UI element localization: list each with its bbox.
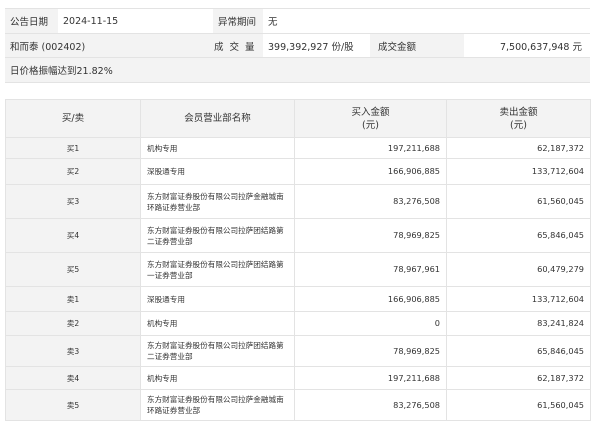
buy-amount-cell: 197,211,688: [294, 137, 447, 159]
info-row-reason: 日价格振幅达到21.82%: [5, 58, 590, 83]
direction-cell: 买3: [5, 184, 141, 219]
dept-cell: 深股通专用: [140, 158, 295, 185]
listing-reason: 日价格振幅达到21.82%: [5, 58, 590, 82]
table-row: 买3 东方财富证券股份有限公司拉萨金融城南环路证券营业部 83,276,508 …: [5, 184, 591, 219]
buy-amount-cell: 78,969,825: [294, 335, 447, 367]
dept-cell: 深股通专用: [140, 286, 295, 312]
volume-value: 399,392,927 份/股: [268, 41, 354, 53]
buy-amount-cell: 0: [294, 311, 447, 336]
sell-amount-header-line1: 卖出金额: [499, 106, 538, 118]
turnover-value: 7,500,637,948 元: [499, 41, 582, 53]
dept-cell: 东方财富证券股份有限公司拉萨团结路第二证券营业部: [140, 218, 295, 253]
dept-cell: 东方财富证券股份有限公司拉萨团结路第二证券营业部: [140, 335, 295, 367]
direction-cell: 卖1: [5, 286, 141, 312]
sell-amount-cell: 61,560,045: [446, 184, 591, 219]
table-row: 卖2 机构专用 0 83,241,824: [5, 311, 591, 336]
table-row: 卖3 东方财富证券股份有限公司拉萨团结路第二证券营业部 78,969,825 6…: [5, 335, 591, 367]
sell-amount-cell: 60,479,279: [446, 252, 591, 287]
buy-amount-cell: 166,906,885: [294, 158, 447, 185]
buy-amount-cell: 197,211,688: [294, 366, 447, 390]
info-row-volume: 和而泰 (002402) 成 交 量 399,392,927 份/股 成交金额 …: [5, 34, 590, 58]
sell-amount-cell: 65,846,045: [446, 335, 591, 367]
table-header-row: 买/卖 会员营业部名称 买入金额 (元) 卖出金额 (元): [5, 99, 591, 138]
direction-cell: 卖3: [5, 335, 141, 367]
table-row: 买2 深股通专用 166,906,885 133,712,604: [5, 158, 591, 185]
table-row: 卖5 东方财富证券股份有限公司拉萨金融城南环路证券营业部 83,276,508 …: [5, 389, 591, 421]
announcement-date-label: 公告日期: [5, 9, 58, 33]
dept-header: 会员营业部名称: [140, 99, 295, 138]
direction-header: 买/卖: [5, 99, 141, 138]
trading-seats-table: 买/卖 会员营业部名称 买入金额 (元) 卖出金额 (元) 买1 机构专用 19…: [5, 99, 591, 421]
abnormal-period-label: 异常期间: [213, 9, 263, 33]
direction-cell: 卖4: [5, 366, 141, 390]
sell-amount-header-unit: (元): [510, 119, 527, 131]
table-row: 卖4 机构专用 197,211,688 62,187,372: [5, 366, 591, 390]
sell-amount-cell: 62,187,372: [446, 366, 591, 390]
direction-cell: 买5: [5, 252, 141, 287]
volume-label: 成 交 量: [209, 34, 263, 57]
direction-cell: 买2: [5, 158, 141, 185]
dept-cell: 机构专用: [140, 137, 295, 159]
buy-amount-cell: 83,276,508: [294, 389, 447, 421]
sell-amount-cell: 61,560,045: [446, 389, 591, 421]
dept-cell: 东方财富证券股份有限公司拉萨金融城南环路证券营业部: [140, 184, 295, 219]
turnover-label: 成交金额: [370, 34, 464, 57]
buy-amount-cell: 78,969,825: [294, 218, 447, 253]
sell-amount-cell: 65,846,045: [446, 218, 591, 253]
direction-cell: 卖2: [5, 311, 141, 336]
buy-amount-header-unit: (元): [362, 119, 379, 131]
buy-amount-cell: 166,906,885: [294, 286, 447, 312]
sell-amount-cell: 62,187,372: [446, 137, 591, 159]
dept-cell: 机构专用: [140, 366, 295, 390]
sell-amount-cell: 83,241,824: [446, 311, 591, 336]
stock-name: 和而泰 (002402): [5, 34, 209, 57]
table-row: 卖1 深股通专用 166,906,885 133,712,604: [5, 286, 591, 312]
direction-cell: 买4: [5, 218, 141, 253]
sell-amount-cell: 133,712,604: [446, 286, 591, 312]
buy-amount-header-line1: 买入金额: [351, 106, 390, 118]
direction-cell: 买1: [5, 137, 141, 159]
direction-cell: 卖5: [5, 389, 141, 421]
dept-cell: 机构专用: [140, 311, 295, 336]
disclosure-info-panel: 公告日期 2024-11-15 异常期间 无 和而泰 (002402) 成 交 …: [5, 8, 590, 83]
sell-amount-cell: 133,712,604: [446, 158, 591, 185]
table-row: 买5 东方财富证券股份有限公司拉萨团结路第一证券营业部 78,967,961 6…: [5, 252, 591, 287]
info-row-date: 公告日期 2024-11-15 异常期间 无: [5, 9, 590, 34]
abnormal-period-value: 无: [268, 17, 278, 28]
dept-cell: 东方财富证券股份有限公司拉萨团结路第一证券营业部: [140, 252, 295, 287]
table-row: 买4 东方财富证券股份有限公司拉萨团结路第二证券营业部 78,969,825 6…: [5, 218, 591, 253]
table-row: 买1 机构专用 197,211,688 62,187,372: [5, 137, 591, 159]
buy-amount-cell: 83,276,508: [294, 184, 447, 219]
buy-amount-cell: 78,967,961: [294, 252, 447, 287]
sell-amount-header: 卖出金额 (元): [446, 99, 591, 138]
announcement-date-value: 2024-11-15: [63, 15, 119, 27]
buy-amount-header: 买入金额 (元): [294, 99, 447, 138]
dept-cell: 东方财富证券股份有限公司拉萨金融城南环路证券营业部: [140, 389, 295, 421]
